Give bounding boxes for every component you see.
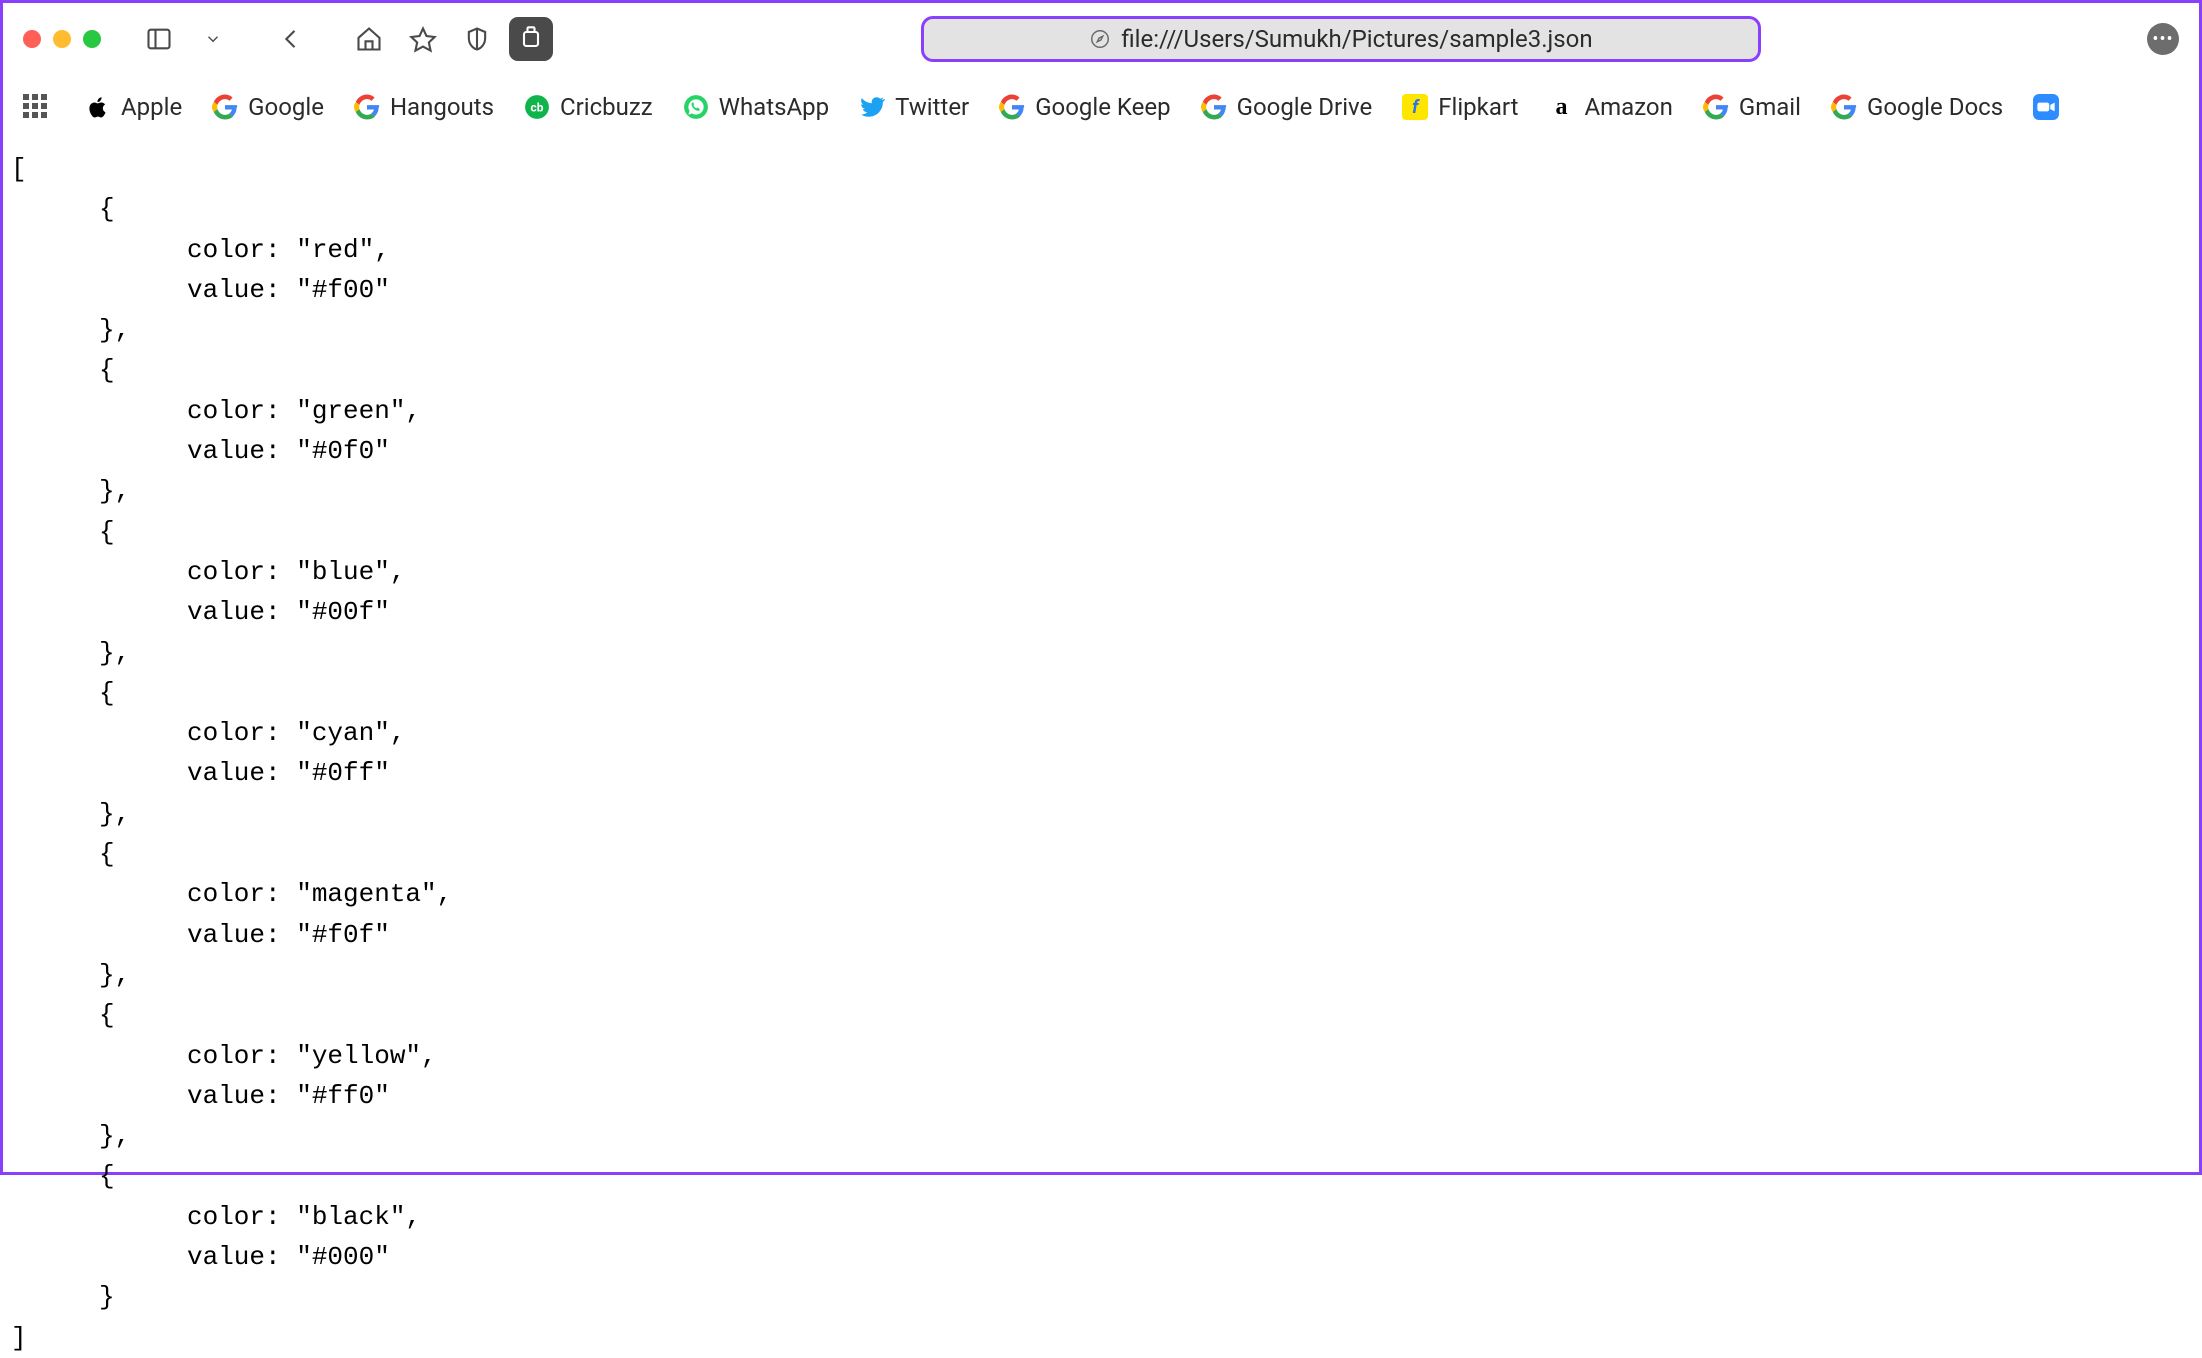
home-button[interactable]	[347, 17, 391, 61]
show-all-bookmarks-button[interactable]	[23, 94, 49, 120]
favorite-twitter[interactable]: Twitter	[859, 93, 969, 121]
favorite-label: Apple	[121, 93, 182, 121]
favorite-label: Google Docs	[1867, 93, 2003, 121]
apple-icon	[85, 94, 111, 120]
extension-icon	[517, 25, 545, 53]
compass-icon	[1089, 28, 1111, 50]
whatsapp-icon	[683, 94, 709, 120]
favorite-label: Flipkart	[1438, 93, 1518, 121]
twitter-icon	[859, 94, 885, 120]
svg-text:cb: cb	[531, 100, 544, 114]
favorite-google[interactable]: Google	[212, 93, 324, 121]
favorite-gmail[interactable]: Gmail	[1703, 93, 1801, 121]
google-drive-icon	[1201, 94, 1227, 120]
shield-icon	[463, 25, 491, 53]
address-bar-url: file:///Users/Sumukh/Pictures/sample3.js…	[1121, 25, 1592, 53]
sidebar-icon	[145, 25, 173, 53]
ellipsis-icon: •••	[2152, 29, 2173, 50]
favorite-label: Cricbuzz	[560, 93, 653, 121]
google-keep-icon	[999, 94, 1025, 120]
favorite-label: Twitter	[895, 93, 969, 121]
json-viewer: [ {color: "red",value: "#f00"},{color: "…	[3, 139, 2199, 1358]
favorite-overflow[interactable]	[2033, 94, 2059, 120]
page-actions-button[interactable]: •••	[2147, 23, 2179, 55]
back-button[interactable]	[269, 17, 313, 61]
favorite-hangouts[interactable]: Hangouts	[354, 93, 494, 121]
favorite-label: WhatsApp	[719, 93, 829, 121]
hangouts-icon	[354, 94, 380, 120]
favorites-bar: Apple Google Hangouts cb Cricbuzz WhatsA…	[3, 75, 2199, 139]
close-window-button[interactable]	[23, 30, 41, 48]
minimize-window-button[interactable]	[53, 30, 71, 48]
sidebar-toggle-button[interactable]	[137, 17, 181, 61]
extension-button[interactable]	[509, 17, 553, 61]
star-icon	[409, 25, 437, 53]
favorite-amazon[interactable]: a Amazon	[1548, 93, 1672, 121]
address-bar[interactable]: file:///Users/Sumukh/Pictures/sample3.js…	[921, 16, 1761, 62]
favorite-google-keep[interactable]: Google Keep	[999, 93, 1170, 121]
favorite-cricbuzz[interactable]: cb Cricbuzz	[524, 93, 653, 121]
favorite-label: Gmail	[1739, 93, 1801, 121]
tab-groups-dropdown[interactable]	[191, 17, 235, 61]
google-docs-icon	[1831, 94, 1857, 120]
favorite-label: Google Keep	[1035, 93, 1170, 121]
window-controls	[23, 30, 101, 48]
favorite-flipkart[interactable]: f Flipkart	[1402, 93, 1518, 121]
favorites-button[interactable]	[401, 17, 445, 61]
privacy-shield-button[interactable]	[455, 17, 499, 61]
home-icon	[355, 25, 383, 53]
favorite-label: Google Drive	[1237, 93, 1373, 121]
gmail-icon	[1703, 94, 1729, 120]
favorite-google-docs[interactable]: Google Docs	[1831, 93, 2003, 121]
address-bar-container: file:///Users/Sumukh/Pictures/sample3.js…	[563, 16, 2119, 62]
chevron-left-icon	[277, 25, 305, 53]
favorite-whatsapp[interactable]: WhatsApp	[683, 93, 829, 121]
favorite-label: Hangouts	[390, 93, 494, 121]
flipkart-icon: f	[1402, 94, 1428, 120]
cricbuzz-icon: cb	[524, 94, 550, 120]
google-icon	[212, 94, 238, 120]
zoom-window-button[interactable]	[83, 30, 101, 48]
favorite-label: Google	[248, 93, 324, 121]
amazon-icon: a	[1548, 94, 1574, 120]
favorite-label: Amazon	[1584, 93, 1672, 121]
browser-toolbar: file:///Users/Sumukh/Pictures/sample3.js…	[3, 3, 2199, 75]
zoom-icon	[2033, 94, 2059, 120]
favorite-google-drive[interactable]: Google Drive	[1201, 93, 1373, 121]
favorite-apple[interactable]: Apple	[85, 93, 182, 121]
chevron-down-icon	[204, 30, 222, 48]
